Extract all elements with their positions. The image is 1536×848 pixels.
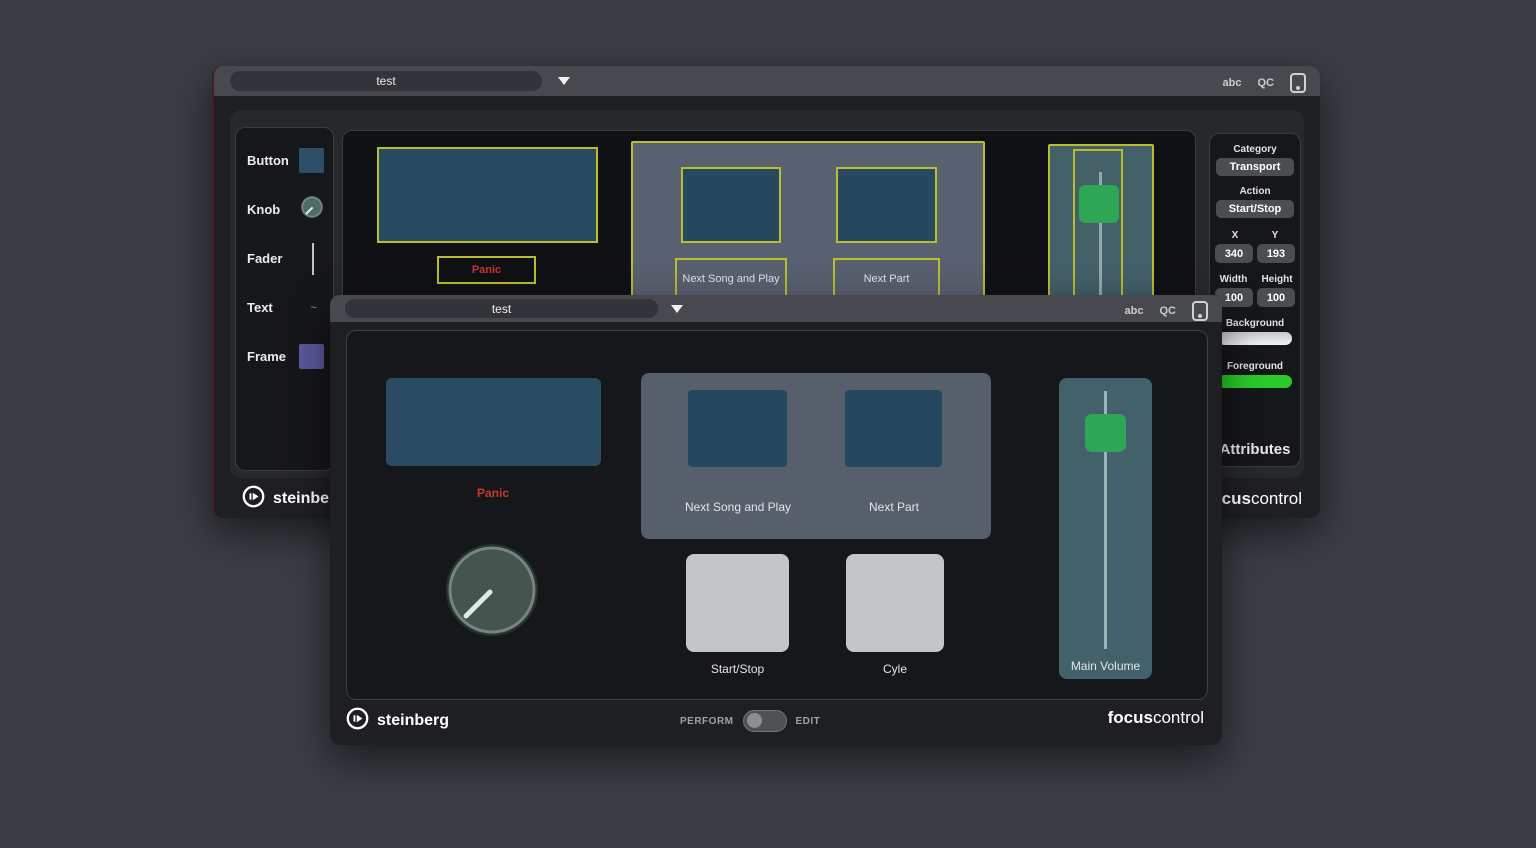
- next-song-label: Next Song and Play: [651, 500, 825, 514]
- mode-toggle-switch[interactable]: [743, 710, 787, 732]
- next-song-button[interactable]: [688, 390, 787, 467]
- preset-name: test: [376, 74, 395, 88]
- width-label: Width: [1210, 274, 1257, 285]
- frame-element-icon: [299, 344, 324, 369]
- y-label: Y: [1258, 230, 1292, 241]
- x-label: X: [1218, 230, 1252, 241]
- preset-name: test: [492, 302, 511, 316]
- start-stop-button[interactable]: [686, 554, 789, 652]
- y-field[interactable]: 193: [1257, 244, 1295, 263]
- mode-toggle-knob[interactable]: [747, 713, 762, 728]
- cycle-button[interactable]: [846, 554, 944, 652]
- panic-label: Panic: [393, 486, 593, 500]
- perform-window: test abc QC Panic Next: [330, 295, 1222, 745]
- category-label: Category: [1210, 144, 1300, 155]
- next-song-label: Next Song and Play: [682, 273, 779, 285]
- text-element-icon: ~: [311, 302, 317, 314]
- attributes-panel: Category Transport Action Start/Stop X Y…: [1209, 133, 1301, 467]
- palette-item-fader[interactable]: Fader: [236, 234, 333, 283]
- foreground-label: Foreground: [1210, 361, 1300, 372]
- perform-canvas: Panic Next Song and Play Next Part Start…: [346, 330, 1208, 700]
- device-icon[interactable]: [1192, 301, 1208, 321]
- palette-item-knob[interactable]: Knob: [236, 185, 333, 234]
- action-field[interactable]: Start/Stop: [1216, 200, 1294, 218]
- abc-button[interactable]: abc: [1223, 77, 1242, 89]
- palette-label: Text: [247, 300, 273, 315]
- steinberg-logo-icon: [346, 707, 369, 735]
- device-icon[interactable]: [1290, 73, 1306, 93]
- fader-element-icon: [312, 243, 314, 275]
- button-element-icon: [299, 148, 324, 173]
- palette-item-text[interactable]: Text ~: [236, 283, 333, 332]
- knob-element-icon: [300, 195, 324, 224]
- height-field[interactable]: 100: [1257, 288, 1295, 307]
- focuscontrol-wordmark: focuscontrol: [1108, 708, 1204, 728]
- palette-item-frame[interactable]: Frame: [236, 332, 333, 381]
- edit-titlebar[interactable]: test abc QC: [214, 66, 1320, 96]
- perform-mode-label: PERFORM: [680, 716, 734, 727]
- foreground-color-swatch[interactable]: [1218, 375, 1292, 388]
- preset-dropdown[interactable]: test: [230, 71, 542, 91]
- panic-text-element[interactable]: Panic: [437, 256, 536, 284]
- x-field[interactable]: 340: [1215, 244, 1253, 263]
- edit-mode-label: EDIT: [796, 716, 821, 727]
- next-part-button-element[interactable]: [836, 167, 937, 243]
- fader-handle[interactable]: [1085, 414, 1126, 452]
- transport-frame: Next Song and Play Next Part: [641, 373, 991, 539]
- steinberg-brand: steinberg: [346, 707, 449, 735]
- knob-control[interactable]: [444, 542, 540, 643]
- next-part-button[interactable]: [845, 390, 942, 467]
- background-color-swatch[interactable]: [1218, 332, 1292, 345]
- panic-label: Panic: [472, 264, 501, 276]
- next-song-button-element[interactable]: [681, 167, 781, 243]
- steinberg-logo-icon: [242, 485, 265, 513]
- preset-dropdown[interactable]: test: [345, 299, 658, 318]
- steinberg-wordmark: steinberg: [377, 712, 449, 730]
- palette-label: Knob: [247, 202, 280, 217]
- panic-button[interactable]: [386, 378, 601, 466]
- product-name-bold: focus: [1108, 708, 1153, 727]
- height-label: Height: [1254, 274, 1300, 285]
- element-palette: Button Knob Fader Text ~: [235, 127, 334, 471]
- action-label: Action: [1210, 186, 1300, 197]
- panic-button-element[interactable]: [377, 147, 598, 243]
- palette-label: Button: [247, 153, 289, 168]
- cycle-label: Cyle: [826, 662, 964, 676]
- attributes-title: Attributes: [1210, 441, 1300, 458]
- perform-titlebar[interactable]: test abc QC: [330, 295, 1222, 322]
- palette-label: Fader: [247, 251, 282, 266]
- qc-button[interactable]: QC: [1160, 305, 1177, 317]
- mode-toggle-group: PERFORM EDIT: [680, 710, 820, 732]
- main-volume-label: Main Volume: [1059, 659, 1152, 673]
- next-part-label: Next Part: [864, 273, 910, 285]
- palette-label: Frame: [247, 349, 286, 364]
- palette-item-button[interactable]: Button: [236, 136, 333, 185]
- preset-dropdown-caret[interactable]: [558, 77, 570, 85]
- main-volume-fader[interactable]: Main Volume: [1059, 378, 1152, 679]
- preset-dropdown-caret[interactable]: [671, 305, 683, 313]
- fader-handle[interactable]: [1079, 185, 1119, 223]
- desktop-background: test abc QC Button Knob: [0, 0, 1536, 848]
- product-name-light: control: [1153, 708, 1204, 727]
- category-field[interactable]: Transport: [1216, 158, 1294, 176]
- background-label: Background: [1210, 318, 1300, 329]
- start-stop-label: Start/Stop: [666, 662, 809, 676]
- product-name-light: control: [1251, 489, 1302, 508]
- next-part-label: Next Part: [814, 500, 974, 514]
- abc-button[interactable]: abc: [1125, 305, 1144, 317]
- qc-button[interactable]: QC: [1258, 77, 1275, 89]
